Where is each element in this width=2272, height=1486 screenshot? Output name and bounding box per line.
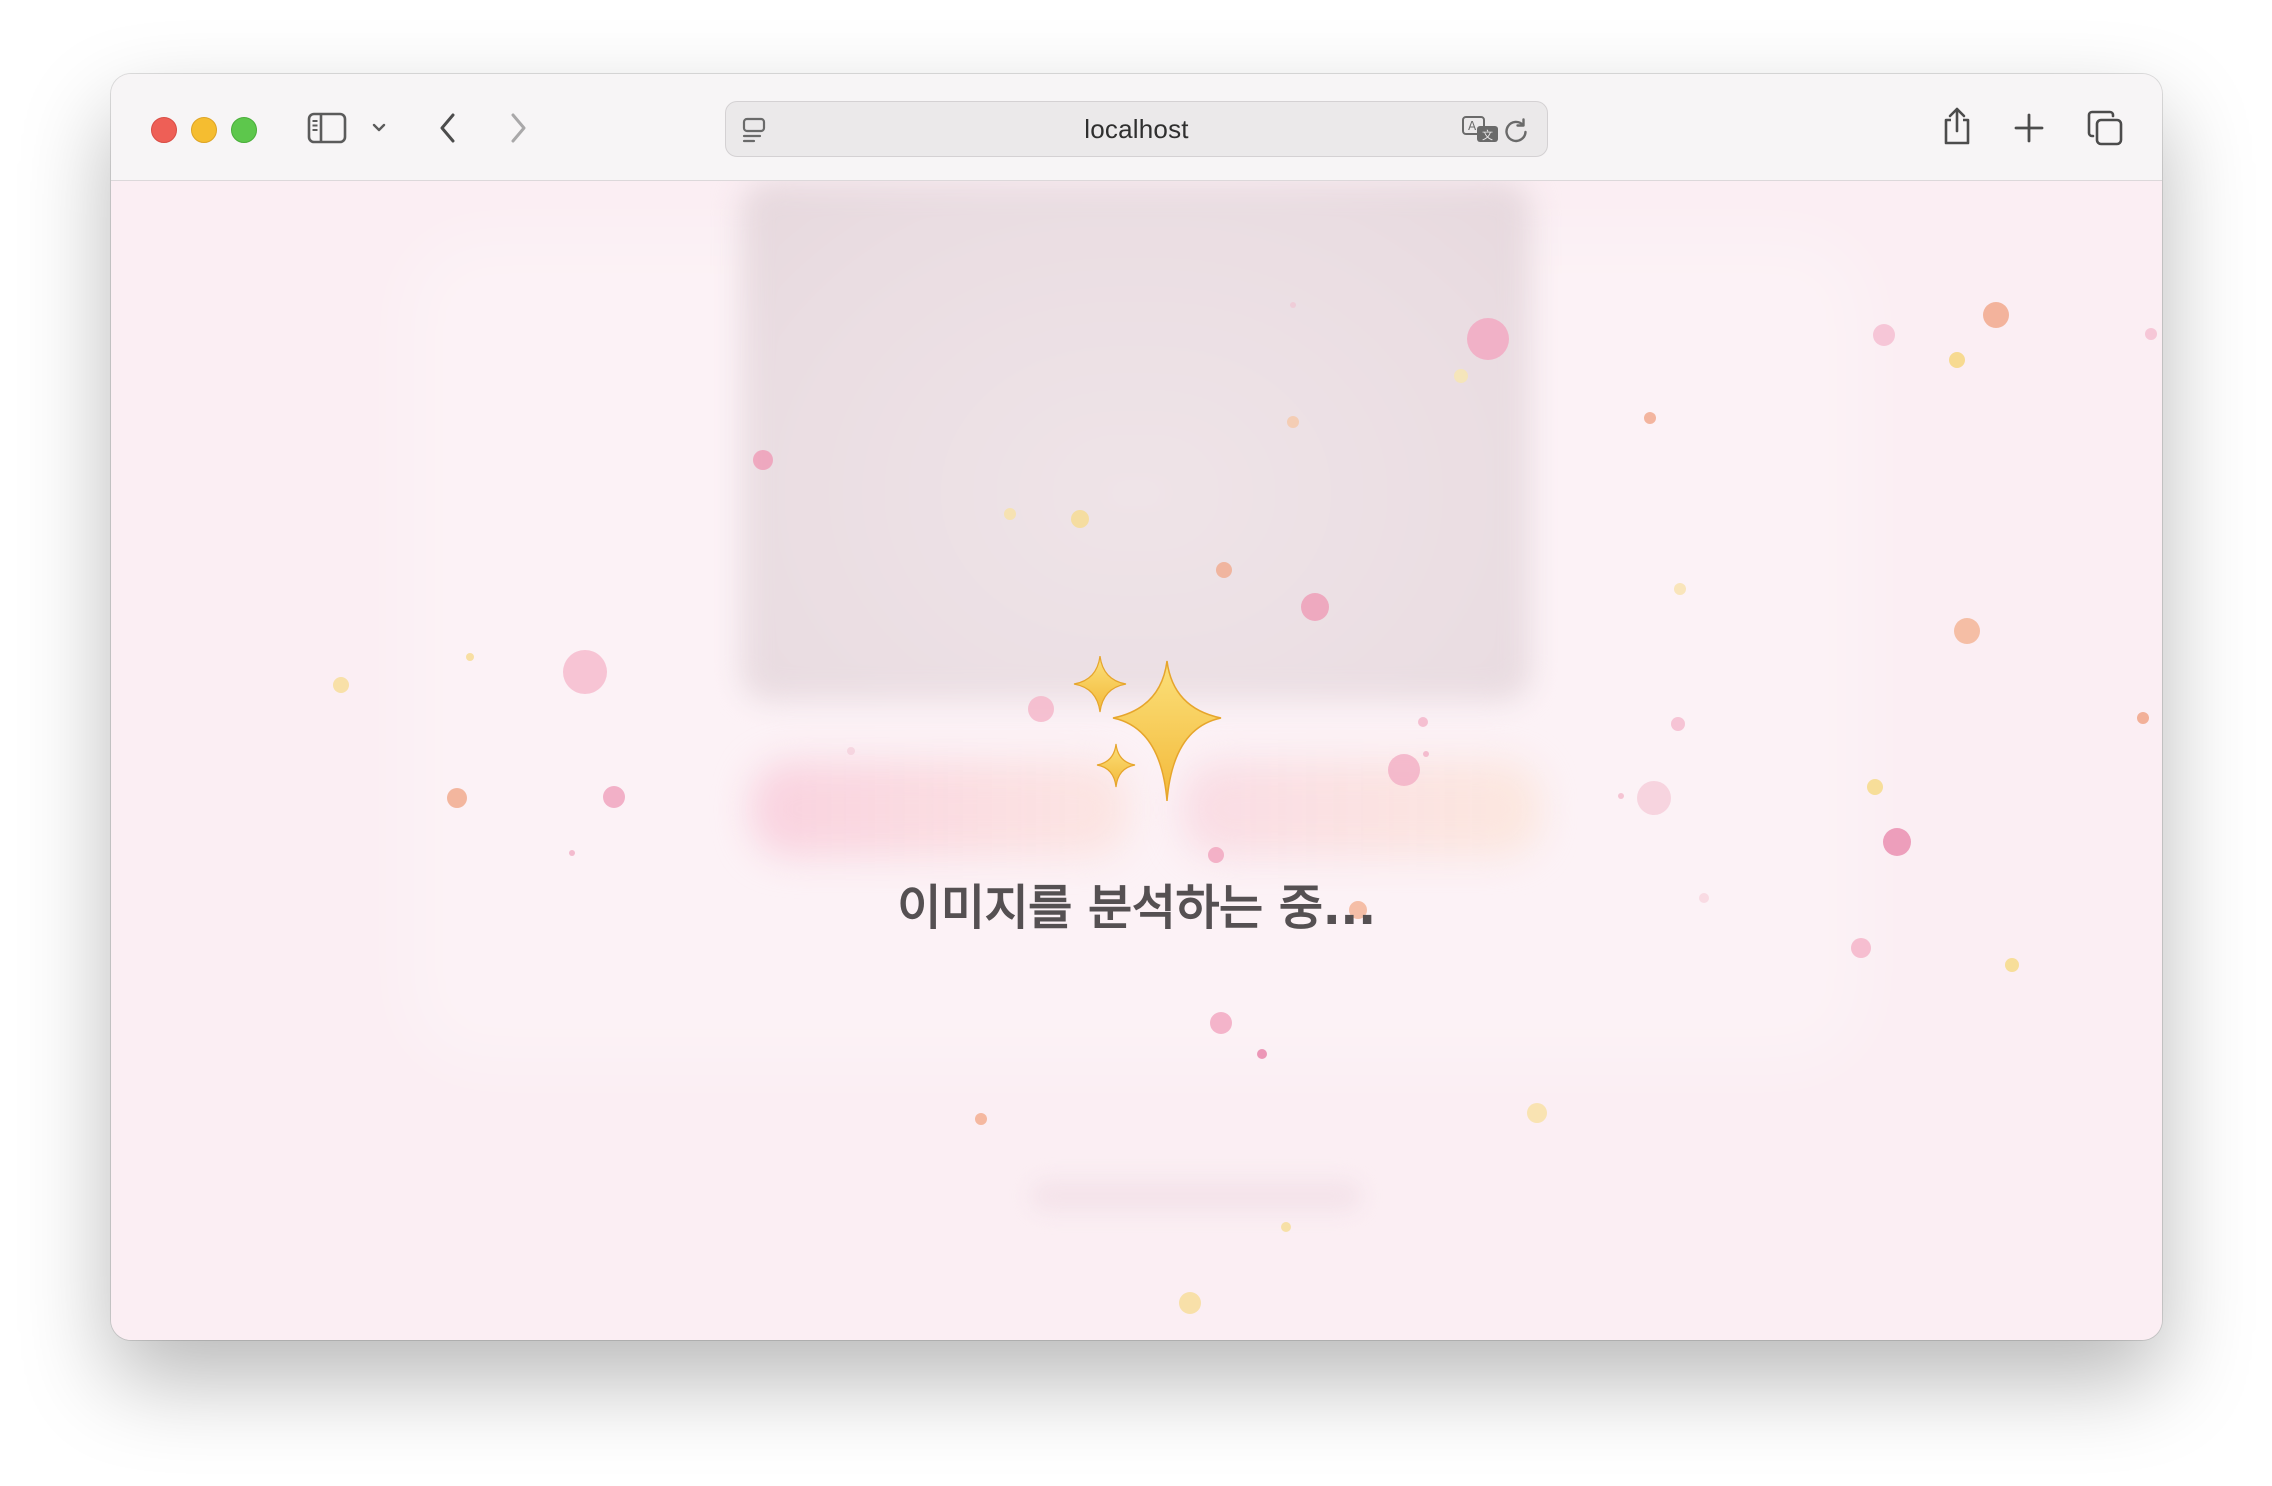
maximize-window-button[interactable] xyxy=(231,117,257,143)
translate-icon: A 文 xyxy=(1462,116,1498,142)
page-content: 이미지를 분석하는 중... xyxy=(111,181,2162,1340)
reload-icon xyxy=(1505,118,1527,143)
confetti-dot xyxy=(1644,412,1656,424)
confetti-dot xyxy=(1290,302,1296,308)
tabs-icon xyxy=(2087,110,2123,146)
sidebar-icon xyxy=(307,112,347,144)
loading-message: 이미지를 분석하는 중... xyxy=(897,880,1376,936)
back-button[interactable] xyxy=(433,110,463,146)
chevron-down-icon xyxy=(372,123,386,132)
confetti-dot xyxy=(1287,416,1299,428)
browser-toolbar: localhost A 文 xyxy=(111,74,2162,181)
translate-button[interactable]: A 文 xyxy=(1461,113,1501,147)
confetti-dot xyxy=(1071,510,1089,528)
confetti-dot xyxy=(1004,508,1016,520)
confetti-dot xyxy=(1527,1103,1547,1123)
svg-text:文: 文 xyxy=(1482,128,1493,142)
chevron-right-icon xyxy=(511,113,526,143)
chevron-left-icon xyxy=(440,113,455,143)
confetti-dot xyxy=(1281,1222,1291,1232)
confetti-dot xyxy=(1210,1012,1232,1034)
loading-indicator: 이미지를 분석하는 중... xyxy=(111,656,2162,956)
blurred-image-preview xyxy=(741,181,1531,701)
confetti-dot xyxy=(2145,328,2157,340)
confetti-dot xyxy=(975,1113,987,1125)
confetti-dot xyxy=(1467,318,1509,360)
svg-text:A: A xyxy=(1468,119,1477,133)
browser-window: localhost A 文 이미지를 분석하는 중... xyxy=(111,74,2162,1340)
tab-overview-button[interactable] xyxy=(2085,108,2125,148)
share-button[interactable] xyxy=(1939,104,1975,148)
address-bar[interactable]: localhost A 文 xyxy=(725,101,1548,157)
sparkles-icon xyxy=(1073,656,1222,802)
sidebar-menu-button[interactable] xyxy=(369,118,389,138)
share-icon xyxy=(1944,107,1970,145)
confetti-dot xyxy=(1954,618,1980,644)
forward-button[interactable] xyxy=(503,110,533,146)
confetti-dot xyxy=(1674,583,1686,595)
plus-icon xyxy=(2014,113,2044,143)
confetti-dot xyxy=(1873,324,1895,346)
confetti-dot xyxy=(753,450,773,470)
confetti-dot xyxy=(1179,1292,1201,1314)
url-text[interactable]: localhost xyxy=(726,102,1547,156)
new-tab-button[interactable] xyxy=(2011,110,2047,146)
confetti-dot xyxy=(1301,593,1329,621)
confetti-dot xyxy=(1216,562,1232,578)
reload-button[interactable] xyxy=(1501,116,1531,146)
confetti-dot xyxy=(1949,352,1965,368)
close-window-button[interactable] xyxy=(151,117,177,143)
confetti-dot xyxy=(1257,1049,1267,1059)
minimize-window-button[interactable] xyxy=(191,117,217,143)
confetti-dot xyxy=(2005,958,2019,972)
confetti-dot xyxy=(1983,302,2009,328)
confetti-dot xyxy=(1454,369,1468,383)
blurred-footer-pill xyxy=(1031,1181,1361,1211)
sidebar-toggle-button[interactable] xyxy=(306,110,348,146)
